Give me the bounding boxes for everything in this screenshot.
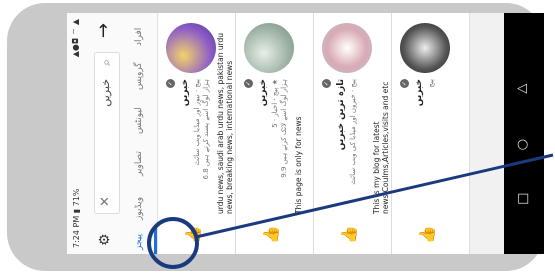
annotation-overlay (147, 153, 554, 269)
highlight-pointer-line (195, 153, 554, 239)
highlight-circle (147, 217, 199, 269)
